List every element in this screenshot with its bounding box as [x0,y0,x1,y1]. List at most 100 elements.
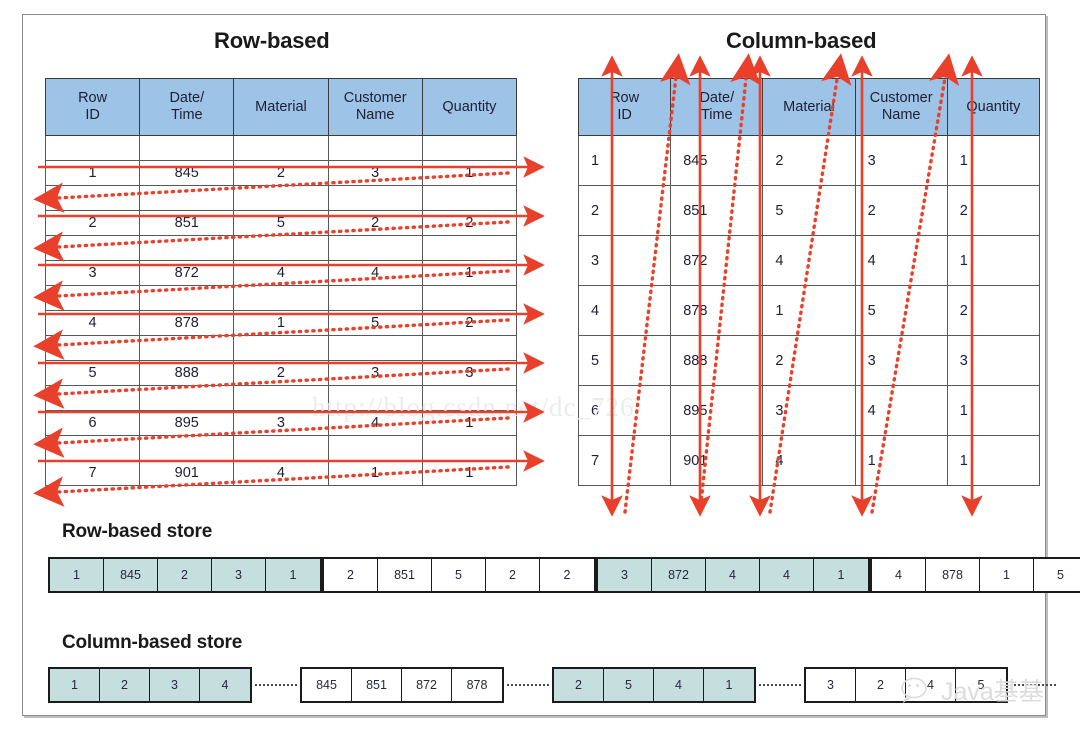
table-spacer-row [44,235,518,261]
table-cell-quantity: 1 [421,160,518,186]
header-cell-date-time: Date/ Time [139,78,235,136]
table-spacer-cell [327,235,423,261]
header-line-1: Customer [343,90,407,107]
table-cell-row-id: 2 [44,210,141,236]
store-cell: 4 [706,559,760,591]
table-spacer-row [44,435,518,461]
table-cell-quantity: 1 [946,385,1041,436]
table-cell-quantity: 1 [946,135,1041,186]
table-spacer-cell [44,285,141,311]
table-cell-row-id: 2 [577,185,672,236]
row-based-store-strip: 1845231285152238724414878152 [48,557,1080,593]
table-spacer-row [44,285,518,311]
table-cell-date-time: 888 [670,335,764,386]
table-cell-date-time: 901 [670,435,764,486]
table-cell-date-time: 895 [670,385,764,436]
table-cell-customer-name: 2 [327,210,423,236]
table-cell-material: 2 [762,335,856,386]
store-cell: 2 [324,559,378,591]
header-line-2: Name [881,107,921,123]
table-spacer-cell [327,185,423,211]
row-based-store-title: Row-based store [62,521,213,542]
store-cell: 4 [654,669,704,701]
table-spacer-cell [139,235,235,261]
header-line-1: Row [610,90,640,107]
watermark-text: http://blog.csdn.net/dc_726 [312,392,635,422]
store-cell: 3 [150,669,200,701]
table-cell-row-id: 6 [44,410,141,436]
table-spacer-cell [139,385,235,411]
table-row: 6 895 3 4 1 [577,385,1041,436]
table-cell-date-time: 851 [670,185,764,236]
table-row: 2 851 5 2 2 [44,210,518,236]
store-cell: 878 [452,669,502,701]
header-line-1: Row [78,90,108,107]
table-cell-customer-name: 4 [854,235,948,286]
table-spacer-cell [44,235,141,261]
header-cell-material: Material [762,78,856,136]
table-row: 3 872 4 4 1 [577,235,1041,286]
header-cell-row-id: Row ID [577,78,672,136]
store-cell: 4 [872,559,926,591]
store-cell: 845 [104,559,158,591]
table-spacer-cell [44,185,141,211]
brand-logo: Java基基 [900,672,1044,708]
store-cell: 2 [540,559,594,591]
table-cell-date-time: 888 [139,360,235,386]
header-line-1: Date/ [699,90,735,107]
table-cell-customer-name: 1 [854,435,948,486]
table-cell-customer-name: 4 [327,260,423,286]
store-cell: 4 [760,559,814,591]
table-cell-material: 1 [233,310,329,336]
store-cell: 2 [856,669,906,701]
table-cell-row-id: 3 [44,260,141,286]
table-cell-row-id: 4 [44,310,141,336]
table-row: 5 888 2 3 3 [577,335,1041,386]
table-cell-row-id: 4 [577,285,672,336]
header-line-1: Material [255,98,307,115]
header-cell-material: Material [233,78,329,136]
row-based-title: Row-based [214,28,330,53]
table-spacer-cell [421,435,518,461]
table-spacer-cell [421,335,518,361]
table-cell-row-id: 7 [44,460,141,486]
table-cell-date-time: 895 [139,410,235,436]
table-cell-material: 2 [233,160,329,186]
table-cell-row-id: 5 [44,360,141,386]
column-based-title: Column-based [726,28,877,53]
header-line-2: ID [85,107,100,123]
store-cell: 1 [980,559,1034,591]
store-cell: 2 [554,669,604,701]
table-cell-date-time: 878 [670,285,764,336]
table-spacer-cell [233,435,329,461]
table-cell-material: 1 [762,285,856,336]
store-cell: 5 [1034,559,1080,591]
table-spacer-cell [139,285,235,311]
brand-text: Java基基 [941,678,1044,706]
table-cell-quantity: 2 [421,310,518,336]
table-spacer-cell [421,185,518,211]
table-spacer-cell [233,235,329,261]
table-cell-material: 2 [762,135,856,186]
table-spacer-cell [421,135,518,161]
header-line-1: Quantity [442,98,497,115]
table-cell-customer-name: 3 [327,360,423,386]
table-cell-customer-name: 3 [854,135,948,186]
store-group: 4878152 [870,557,1080,593]
header-cell-customer-name: Customer Name [327,78,423,136]
table-spacer-cell [421,285,518,311]
table-cell-row-id: 3 [577,235,672,286]
table-spacer-cell [233,285,329,311]
table-cell-material: 4 [233,460,329,486]
table-cell-customer-name: 4 [854,385,948,436]
store-cell: 1 [704,669,754,701]
header-cell-quantity: Quantity [421,78,518,136]
store-cell: 1 [50,669,100,701]
table-cell-quantity: 3 [421,360,518,386]
header-line-2: Time [700,107,733,123]
table-spacer-cell [44,385,141,411]
header-line-1: Quantity [966,98,1021,115]
table-spacer-cell [233,135,329,161]
table-spacer-cell [44,435,141,461]
table-cell-quantity: 3 [946,335,1041,386]
